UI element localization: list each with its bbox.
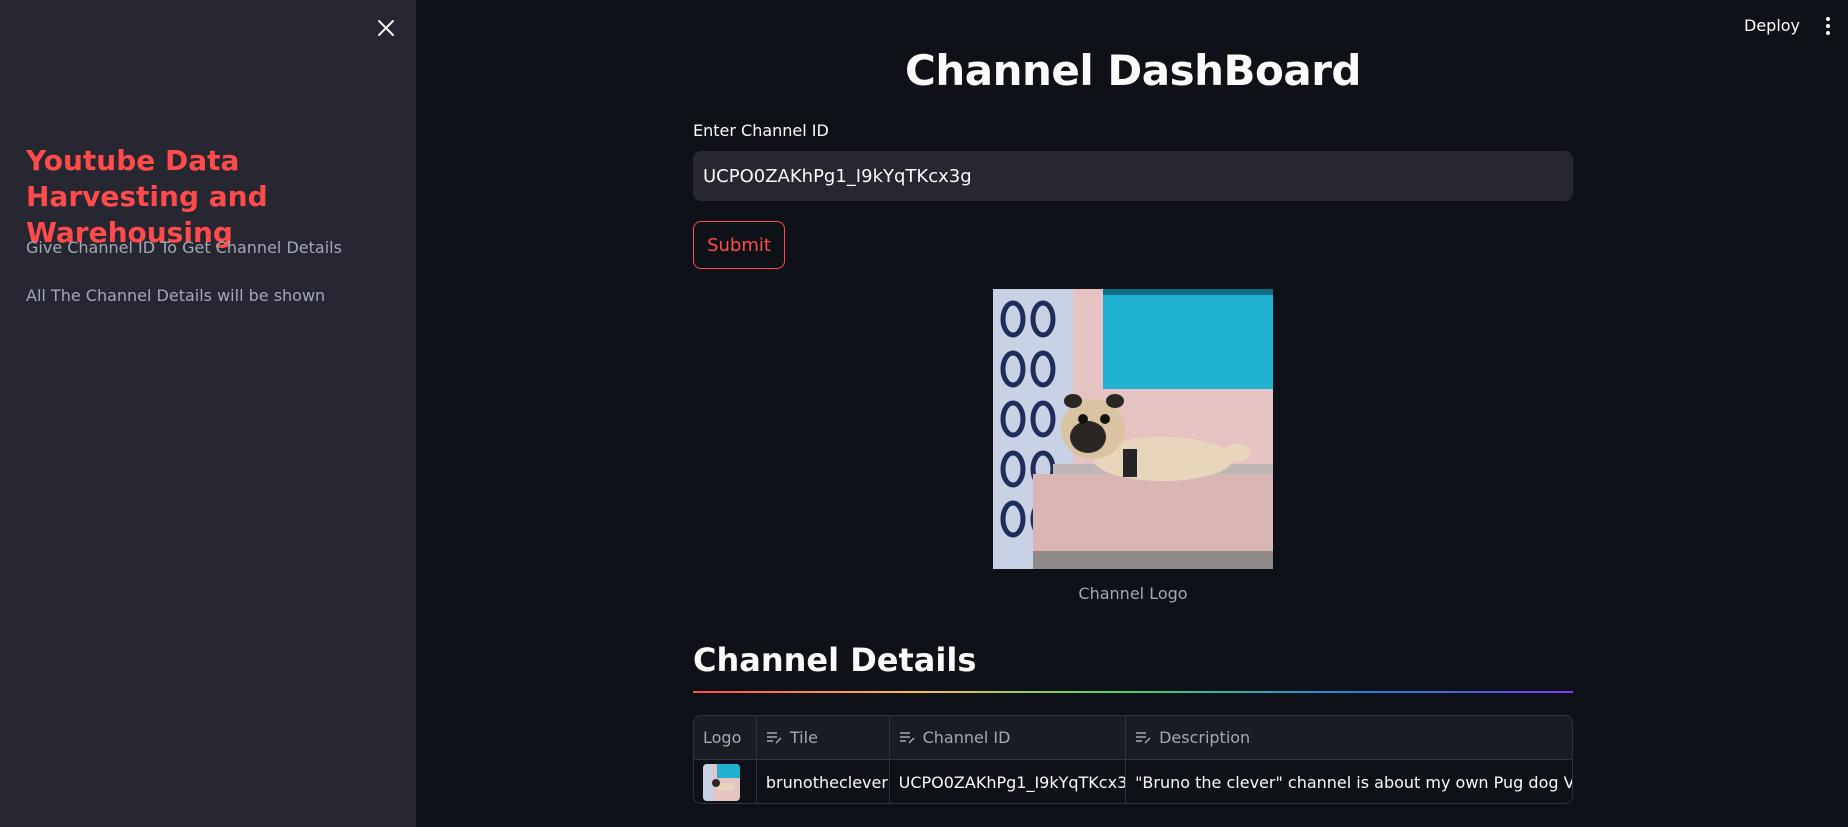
kebab-menu-icon bbox=[1826, 17, 1830, 21]
sidebar-text-1: Give Channel ID To Get Channel Details bbox=[26, 238, 342, 257]
text-column-icon bbox=[899, 731, 915, 745]
text-column-icon bbox=[1135, 731, 1151, 745]
column-header-description[interactable]: Description bbox=[1126, 716, 1572, 759]
table-header-row: Logo Tile Channel ID Description bbox=[694, 716, 1572, 760]
main-menu-button[interactable] bbox=[1818, 14, 1838, 38]
page-title: Channel DashBoard bbox=[905, 46, 1361, 95]
cell-logo[interactable] bbox=[694, 760, 757, 803]
section-divider bbox=[693, 691, 1573, 693]
cell-channel-id[interactable]: UCPO0ZAKhPg1_I9kYqTKcx3g bbox=[890, 760, 1127, 803]
column-header-logo[interactable]: Logo bbox=[694, 716, 757, 759]
close-icon bbox=[378, 20, 394, 36]
channel-id-input[interactable] bbox=[693, 151, 1573, 201]
text-column-icon bbox=[766, 731, 782, 745]
channel-details-table[interactable]: Logo Tile Channel ID Description brunoth… bbox=[693, 715, 1573, 804]
channel-logo-thumbnail bbox=[703, 763, 740, 801]
column-header-title[interactable]: Tile bbox=[757, 716, 890, 759]
cell-title[interactable]: brunotheclever bbox=[757, 760, 890, 803]
sidebar: Youtube Data Harvesting and Warehousing … bbox=[0, 0, 416, 827]
channel-id-label: Enter Channel ID bbox=[693, 121, 829, 140]
column-header-channel-id[interactable]: Channel ID bbox=[890, 716, 1127, 759]
section-title: Channel Details bbox=[693, 641, 977, 679]
close-sidebar-button[interactable] bbox=[372, 14, 400, 42]
channel-logo-image bbox=[993, 289, 1273, 569]
submit-button[interactable]: Submit bbox=[693, 221, 785, 269]
sidebar-text-2: All The Channel Details will be shown bbox=[26, 286, 326, 305]
cell-description[interactable]: "Bruno the clever" channel is about my o… bbox=[1126, 760, 1572, 803]
deploy-button[interactable]: Deploy bbox=[1740, 14, 1804, 37]
image-caption: Channel Logo bbox=[1078, 584, 1188, 603]
sidebar-title: Youtube Data Harvesting and Warehousing bbox=[26, 144, 268, 249]
table-row[interactable]: brunotheclever UCPO0ZAKhPg1_I9kYqTKcx3g … bbox=[694, 760, 1572, 803]
